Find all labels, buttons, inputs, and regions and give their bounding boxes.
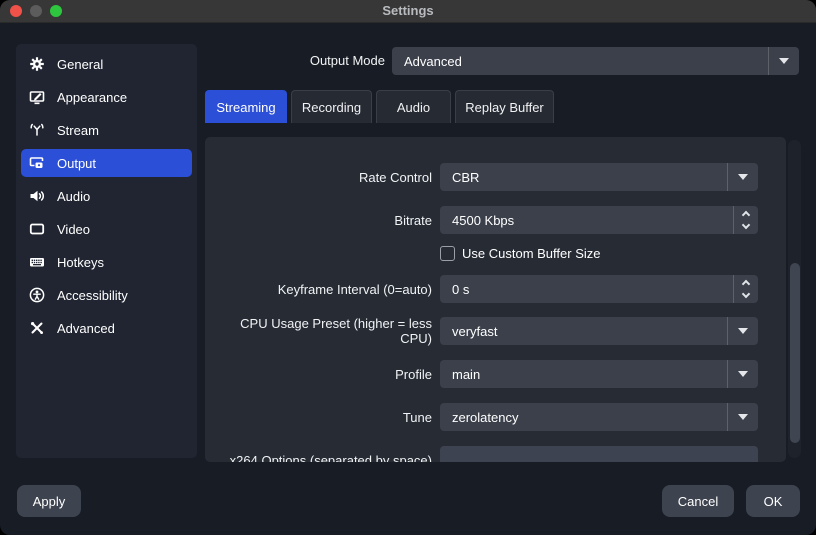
x264-options-label: x264 Options (separated by space) [229,452,432,463]
cpu-usage-preset-row: CPU Usage Preset (higher = less CPU) ver… [205,316,758,346]
tab-replay-buffer[interactable]: Replay Buffer [455,90,554,123]
sidebar-item-hotkeys[interactable]: Hotkeys [21,248,192,276]
dropdown-arrow-zone[interactable] [768,47,799,75]
monitor-camera-icon [29,155,45,171]
bitrate-input[interactable]: 4500 Kbps [440,206,758,234]
sidebar-item-label: Hotkeys [57,254,104,270]
use-custom-buffer-size-label: Use Custom Buffer Size [462,245,601,261]
dropdown-arrow-zone[interactable] [727,317,758,345]
sidebar-item-label: Audio [57,188,91,204]
sidebar-item-video[interactable]: Video [21,215,192,243]
bitrate-row: Bitrate 4500 Kbps [205,206,758,234]
tune-label: Tune [402,409,432,425]
profile-row: Profile main [205,360,758,388]
x264-options-row: x264 Options (separated by space) [205,446,758,462]
output-tabs: Streaming Recording Audio Replay Buffer [205,90,554,123]
settings-window: Settings General Appearance Stream Outpu… [0,0,816,535]
tune-row: Tune zerolatency [205,403,758,431]
sidebar-item-label: Output [57,155,97,171]
rate-control-row: Rate Control CBR [205,163,758,191]
dropdown-arrow-zone[interactable] [727,360,758,388]
window-title: Settings [382,3,434,18]
sidebar-item-stream[interactable]: Stream [21,116,192,144]
profile-value: main [452,366,481,382]
scrollbar-track[interactable] [788,140,801,458]
cancel-button[interactable]: Cancel [662,485,734,517]
rate-control-label: Rate Control [359,169,432,185]
keyframe-interval-label: Keyframe Interval (0=auto) [277,281,432,297]
rate-control-select[interactable]: CBR [440,163,758,191]
cpu-usage-preset-select[interactable]: veryfast [440,317,758,345]
bitrate-label: Bitrate [394,212,432,228]
sidebar-item-accessibility[interactable]: Accessibility [21,281,192,309]
sidebar-item-general[interactable]: General [21,50,192,78]
keyboard-icon [29,254,45,270]
scrollbar-thumb[interactable] [789,263,800,443]
buffer-size-row: Use Custom Buffer Size [205,244,758,262]
chevron-up-icon [741,279,751,289]
sidebar: General Appearance Stream Output Audio V… [16,44,197,458]
dropdown-arrow-zone[interactable] [727,403,758,431]
gear-icon [29,56,45,72]
output-mode-value: Advanced [404,53,462,69]
rate-control-value: CBR [452,169,480,185]
tune-select[interactable]: zerolatency [440,403,758,431]
tab-audio[interactable]: Audio [376,90,451,123]
tune-value: zerolatency [452,409,519,425]
x264-options-input[interactable] [440,446,758,462]
chevron-down-icon [738,414,748,420]
apply-button[interactable]: Apply [17,485,81,517]
chevron-down-icon [738,371,748,377]
broadcast-icon [29,122,45,138]
sidebar-item-label: Stream [57,122,99,138]
chevron-down-icon [741,220,751,230]
accessibility-person-icon [29,287,45,303]
encoder-settings-panel: Rate Control CBR Bitrate 4500 Kbps Use C… [205,137,786,462]
profile-select[interactable]: main [440,360,758,388]
bitrate-value: 4500 Kbps [452,212,515,228]
keyframe-interval-value: 0 s [452,281,470,297]
cpu-usage-preset-label: CPU Usage Preset (higher = less CPU) [240,316,432,346]
sidebar-item-label: General [57,56,104,72]
sidebar-item-audio[interactable]: Audio [21,182,192,210]
sidebar-item-label: Advanced [57,320,115,336]
sidebar-item-label: Accessibility [57,287,128,303]
tools-icon [29,320,45,336]
sidebar-item-output[interactable]: Output [21,149,192,177]
sidebar-item-label: Appearance [57,89,128,105]
monitor-edit-icon [29,89,45,105]
spinner-buttons[interactable] [733,206,758,234]
chevron-down-icon [738,174,748,180]
profile-label: Profile [395,366,432,382]
tab-streaming[interactable]: Streaming [205,90,287,123]
sidebar-item-advanced[interactable]: Advanced [21,314,192,342]
chevron-down-icon [741,289,751,299]
sidebar-item-appearance[interactable]: Appearance [21,83,192,111]
keyframe-interval-row: Keyframe Interval (0=auto) 0 s [205,275,758,303]
chevron-down-icon [738,328,748,334]
cpu-usage-preset-value: veryfast [452,323,498,339]
output-mode-label: Output Mode [309,53,385,68]
use-custom-buffer-size-checkbox[interactable] [440,245,455,261]
tab-recording[interactable]: Recording [291,90,372,123]
spinner-buttons[interactable] [733,275,758,303]
monitor-icon [29,221,45,237]
titlebar: Settings [0,0,816,23]
chevron-down-icon [779,58,789,64]
output-mode-select[interactable]: Advanced [392,47,799,75]
ok-button[interactable]: OK [746,485,800,517]
dropdown-arrow-zone[interactable] [727,163,758,191]
chevron-up-icon [741,210,751,220]
sidebar-item-label: Video [57,221,91,237]
speaker-icon [29,188,45,204]
keyframe-interval-input[interactable]: 0 s [440,275,758,303]
